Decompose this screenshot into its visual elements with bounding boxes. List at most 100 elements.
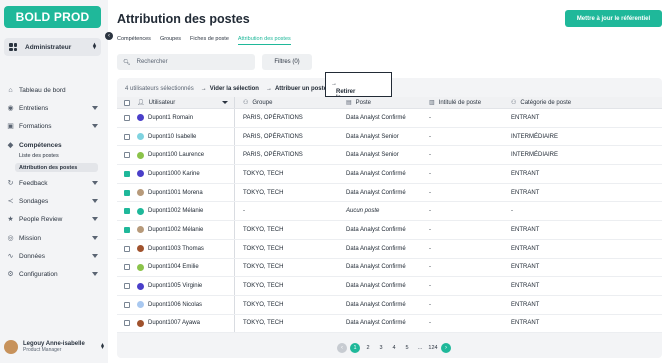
row-checkbox[interactable] — [124, 114, 130, 121]
sidebar-item-4[interactable]: ↻ Feedback — [6, 177, 98, 189]
sidebar-item-3[interactable]: ◆ Compétences — [6, 139, 98, 151]
row-checkbox[interactable] — [124, 189, 130, 196]
row-checkbox[interactable] — [124, 170, 130, 177]
remove-position-button[interactable]: → Retirer le poste — [325, 72, 392, 107]
position-cell: Data Analyst Confirmé — [346, 264, 406, 271]
page-1[interactable]: 2 — [363, 343, 373, 353]
sidebar-item-0[interactable]: ⌂ Tableau de bord — [6, 84, 98, 96]
sidebar-item-label: Tableau de bord — [19, 86, 66, 94]
tab-2[interactable]: Fiches de poste — [190, 36, 229, 45]
page-3[interactable]: 4 — [389, 343, 399, 353]
page-6[interactable]: 124 — [428, 343, 438, 353]
filters-button[interactable]: Filtres (0) — [262, 54, 312, 70]
user-name-cell[interactable]: Dupont1 Romain — [148, 115, 193, 121]
chevron-down-icon[interactable] — [92, 124, 98, 128]
title-cell: - — [429, 301, 431, 308]
row-checkbox[interactable] — [124, 301, 130, 308]
collapse-sidebar-button[interactable]: ‹ — [105, 32, 113, 40]
col-user[interactable]: Utilisateur — [149, 100, 176, 106]
chevron-down-icon[interactable] — [92, 181, 98, 185]
sidebar-item-9[interactable]: ⚙ Configuration — [6, 268, 98, 280]
sidebar-item-1[interactable]: ◉ Entretiens — [6, 102, 98, 114]
current-user[interactable]: Legouy Anne-isabelle Product Manager ▴ ▾ — [4, 338, 104, 356]
sort-chevron-icon[interactable] — [222, 101, 228, 104]
table-row[interactable]: Dupont1001 Morena TOKYO, TECH Data Analyst… — [117, 183, 662, 203]
sidebar-item-7[interactable]: ◎ Mission — [6, 232, 98, 244]
category-cell: ENTRANT — [511, 114, 540, 121]
search-input[interactable]: 🔍︎ Rechercher — [117, 54, 255, 70]
user-avatar — [137, 319, 144, 327]
table-row[interactable]: Dupont100 Laurence PARIS, OPÉRATIONS Data … — [117, 146, 662, 166]
page-2[interactable]: 3 — [376, 343, 386, 353]
category-cell: ENTRANT — [511, 245, 540, 252]
user-name-cell[interactable]: Dupont10 Isabelle — [148, 134, 196, 140]
row-checkbox[interactable] — [124, 264, 130, 271]
select-all-checkbox[interactable] — [124, 99, 130, 106]
user-name-cell[interactable]: Dupont1007 Ayawa — [148, 320, 200, 326]
grid-icon — [9, 43, 17, 51]
category-cell: ENTRANT — [511, 301, 540, 308]
chevron-down-icon[interactable] — [92, 217, 98, 221]
gear-icon: ⚙ — [7, 271, 14, 278]
sidebar-item-2[interactable]: ▣ Formations — [6, 120, 98, 132]
row-checkbox[interactable] — [124, 133, 130, 140]
table-row[interactable]: Dupont1002 Mélanie - Aucun poste - - — [117, 202, 662, 222]
row-checkbox[interactable] — [124, 320, 130, 327]
role-switcher[interactable]: Administrateur ▴ ▾ — [4, 38, 101, 56]
table-row[interactable]: Dupont1006 Nicolas TOKYO, TECH Data Analys… — [117, 295, 662, 315]
tab-3[interactable]: Attribution des postes — [237, 36, 291, 45]
user-name-cell[interactable]: Dupont1000 Karine — [148, 171, 200, 177]
chevron-down-icon[interactable] — [92, 199, 98, 203]
user-name-cell[interactable]: Dupont100 Laurence — [148, 152, 204, 158]
category-cell: INTERMÉDIAIRE — [511, 152, 559, 159]
user-avatar — [137, 207, 144, 215]
prev-page-button[interactable]: ‹ — [337, 343, 347, 353]
next-page-button[interactable]: › — [441, 343, 451, 353]
page-4[interactable]: 5 — [402, 343, 412, 353]
tab-0[interactable]: Compétences — [117, 36, 151, 45]
sidebar-item-5[interactable]: ≺ Sondages — [6, 195, 98, 207]
table-row[interactable]: Dupont1 Romain PARIS, OPÉRATIONS Data Anal… — [117, 109, 662, 128]
category-cell: ENTRANT — [511, 264, 540, 271]
sidebar-subitem-1[interactable]: Attribution des postes — [15, 163, 98, 172]
sidebar-item-label: Configuration — [19, 270, 58, 278]
user-name-cell[interactable]: Dupont1004 Emilie — [148, 264, 199, 270]
row-checkbox[interactable] — [124, 208, 130, 215]
user-name-cell[interactable]: Dupont1006 Nicolas — [148, 302, 202, 308]
table-row[interactable]: Dupont1003 Thomas TOKYO, TECH Data Analyst… — [117, 239, 662, 259]
page-0[interactable]: 1 — [350, 343, 360, 353]
table-row[interactable]: Dupont10 Isabelle PARIS, OPÉRATIONS Data A… — [117, 127, 662, 147]
sidebar-item-6[interactable]: ★ People Review — [6, 213, 98, 225]
row-checkbox[interactable] — [124, 245, 130, 252]
row-checkbox[interactable] — [124, 152, 130, 159]
user-avatar — [137, 245, 144, 253]
chevron-down-icon[interactable] — [92, 236, 98, 240]
user-name-cell[interactable]: Dupont1002 Mélanie — [148, 208, 203, 214]
updown-chevron-icon: ▴ ▾ — [100, 342, 104, 351]
chevron-down-icon[interactable] — [92, 272, 98, 276]
row-checkbox[interactable] — [124, 283, 130, 290]
sidebar-subitem-0[interactable]: Liste des postes — [15, 151, 98, 160]
brand-logo[interactable]: BOLD PROD — [4, 6, 101, 28]
user-avatar — [137, 114, 144, 122]
chevron-down-icon[interactable] — [92, 106, 98, 110]
group-cell: PARIS, OPÉRATIONS — [243, 114, 303, 121]
update-referential-button[interactable]: Mettre à jour le référentiel — [565, 10, 662, 27]
user-name-cell[interactable]: Dupont1005 Virginie — [148, 283, 202, 289]
title-cell: - — [429, 189, 431, 196]
user-name-cell[interactable]: Dupont1002 Mélanie — [148, 227, 203, 233]
sidebar-item-8[interactable]: ∿ Données — [6, 250, 98, 262]
clear-selection-button[interactable]: → Vider la sélection — [201, 86, 259, 92]
position-cell: Data Analyst Senior — [346, 133, 399, 140]
row-checkbox[interactable] — [124, 226, 130, 233]
user-name-cell[interactable]: Dupont1003 Thomas — [148, 246, 204, 252]
table-row[interactable]: Dupont1005 Virginie TOKYO, TECH Data Analy… — [117, 277, 662, 296]
assign-position-button[interactable]: → Attribuer un poste — [266, 86, 327, 92]
tab-1[interactable]: Groupes — [160, 36, 181, 45]
table-row[interactable]: Dupont1007 Ayawa TOKYO, TECH Data Analyst … — [117, 314, 662, 334]
user-name-cell[interactable]: Dupont1001 Morena — [148, 190, 203, 196]
chevron-down-icon[interactable] — [92, 254, 98, 258]
table-row[interactable]: Dupont1002 Mélanie TOKYO, TECH Data Analys… — [117, 221, 662, 240]
table-row[interactable]: Dupont1000 Karine TOKYO, TECH Data Analyst… — [117, 165, 662, 184]
table-row[interactable]: Dupont1004 Emilie TOKYO, TECH Data Analyst… — [117, 258, 662, 278]
